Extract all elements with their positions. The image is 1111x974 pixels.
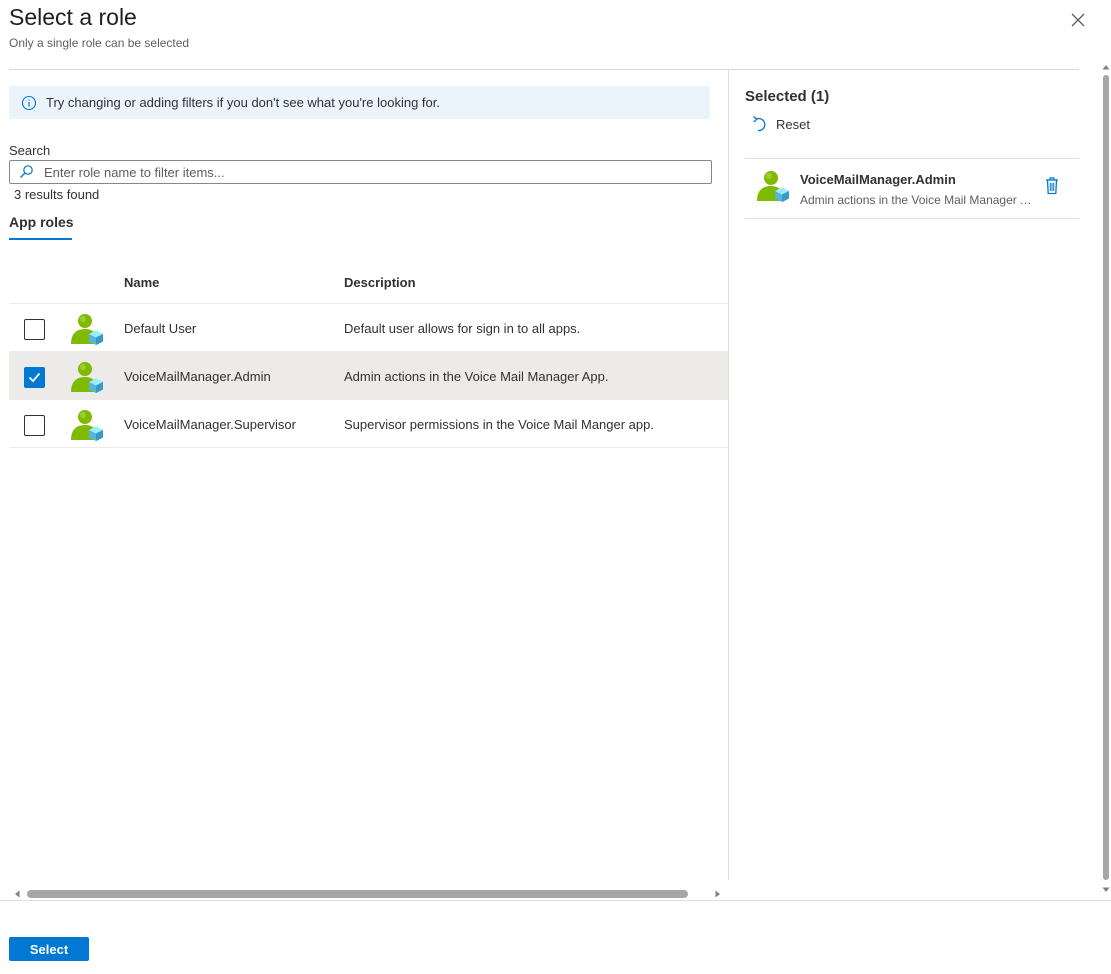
app-role-user-icon [71,410,103,441]
table-row[interactable]: Default User Default user allows for sig… [9,304,728,352]
info-message-bar: Try changing or adding filters if you do… [9,86,710,119]
vertical-scroll-thumb[interactable] [1103,75,1109,880]
horizontal-scroll-thumb[interactable] [27,890,688,898]
close-button[interactable] [1066,8,1090,32]
checkmark-icon [28,372,41,383]
roles-table: Name Description Default User Default us… [9,262,728,448]
app-role-user-icon [71,362,103,393]
footer-divider [0,900,1111,901]
result-count: 3 results found [14,187,100,202]
panel-divider [728,70,729,880]
remove-selected-button[interactable] [1044,176,1060,196]
row-name: Default User [124,321,197,336]
reset-button[interactable]: Reset [752,115,810,133]
select-button[interactable]: Select [9,937,89,961]
table-header: Name Description [9,262,728,304]
row-description: Admin actions in the Voice Mail Manager … [344,369,609,384]
tab-app-roles[interactable]: App roles [9,214,74,240]
app-role-user-icon [757,171,789,202]
selected-item-description: Admin actions in the Voice Mail Manager … [800,193,1035,207]
search-icon [20,165,33,178]
trash-icon [1046,177,1058,195]
selected-item: VoiceMailManager.Admin Admin actions in … [745,159,1079,219]
close-icon [1071,13,1085,27]
scroll-right-arrow-icon[interactable] [713,889,723,899]
row-description: Default user allows for sign in to all a… [344,321,581,336]
selected-item-name: VoiceMailManager.Admin [800,172,956,187]
row-checkbox[interactable] [24,415,45,436]
active-tab-indicator [9,238,72,240]
row-name: VoiceMailManager.Admin [124,369,271,384]
scroll-up-arrow-icon[interactable] [1101,62,1111,72]
row-description: Supervisor permissions in the Voice Mail… [344,417,654,432]
app-role-user-icon [71,314,103,345]
reset-label: Reset [776,116,810,132]
search-label: Search [9,143,51,158]
search-box[interactable] [9,160,712,184]
row-checkbox[interactable] [24,367,45,388]
scroll-left-arrow-icon[interactable] [12,889,22,899]
search-input[interactable] [44,162,684,182]
undo-icon [753,115,766,132]
row-name: VoiceMailManager.Supervisor [124,417,296,432]
scroll-down-arrow-icon[interactable] [1101,885,1111,895]
info-message-text: Try changing or adding filters if you do… [46,95,440,110]
table-row[interactable]: VoiceMailManager.Supervisor Supervisor p… [9,400,728,448]
table-row[interactable]: VoiceMailManager.Admin Admin actions in … [9,352,728,400]
selected-panel-title: Selected (1) [745,88,830,105]
page-title: Select a role [9,4,137,30]
column-header-name[interactable]: Name [124,275,159,290]
page-subtitle: Only a single role can be selected [9,36,190,50]
info-icon [21,95,37,110]
column-header-description[interactable]: Description [344,275,416,290]
header-divider [9,69,1079,70]
row-checkbox[interactable] [24,319,45,340]
